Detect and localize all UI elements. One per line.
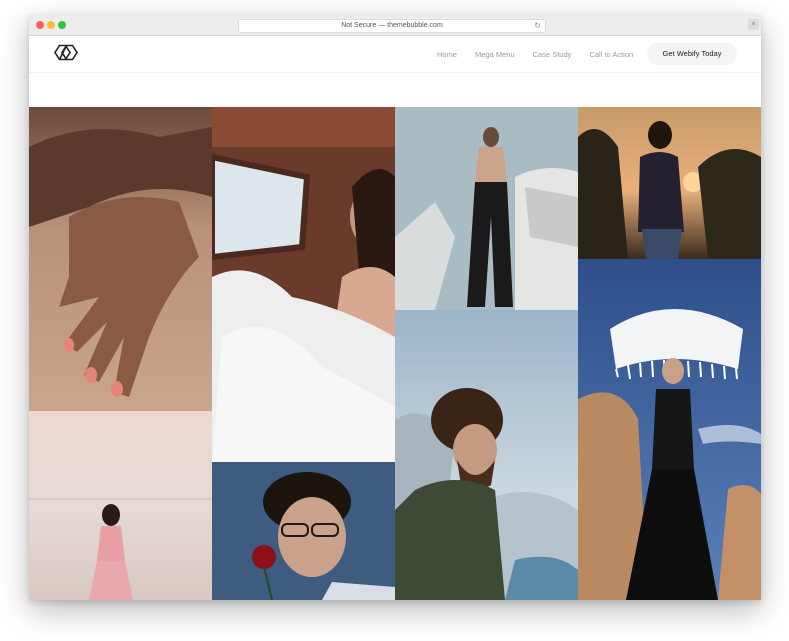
- main-nav: Home Mega Menu Case Study Call to Action: [437, 36, 633, 72]
- woman-sunset-photo[interactable]: [578, 107, 761, 259]
- address-bar[interactable]: Not Secure — themebubble.com ↻: [238, 19, 546, 33]
- woman-umbrella-hat-photo[interactable]: [578, 259, 761, 600]
- woman-beach-pink-dress-photo[interactable]: [29, 411, 212, 600]
- man-beard-rocks-photo[interactable]: [395, 310, 578, 600]
- logo-icon[interactable]: [53, 44, 79, 61]
- bride-white-dress-photo[interactable]: [212, 107, 395, 462]
- woman-concrete-structure-photo[interactable]: [395, 107, 578, 310]
- browser-window: Not Secure — themebubble.com ↻ × Home Me…: [29, 15, 761, 600]
- minimize-window-button[interactable]: [47, 21, 55, 29]
- nav-item-call-to-action[interactable]: Call to Action: [589, 50, 633, 59]
- nav-item-home[interactable]: Home: [437, 50, 457, 59]
- browser-titlebar: Not Secure — themebubble.com ↻ ×: [29, 15, 761, 36]
- maximize-window-button[interactable]: [58, 21, 66, 29]
- close-icon[interactable]: ×: [748, 19, 759, 30]
- get-webify-button[interactable]: Get Webify Today: [647, 43, 737, 65]
- close-window-button[interactable]: [36, 21, 44, 29]
- nav-item-mega-menu[interactable]: Mega Menu: [475, 50, 515, 59]
- photo-gallery: [29, 107, 761, 600]
- reload-icon[interactable]: ↻: [534, 20, 541, 32]
- man-red-rose-photo[interactable]: [212, 462, 395, 600]
- site-header: Home Mega Menu Case Study Call to Action…: [29, 36, 761, 73]
- hand-on-sand-photo[interactable]: [29, 107, 212, 411]
- address-text: Not Secure — themebubble.com: [341, 22, 443, 29]
- nav-item-case-study[interactable]: Case Study: [533, 50, 572, 59]
